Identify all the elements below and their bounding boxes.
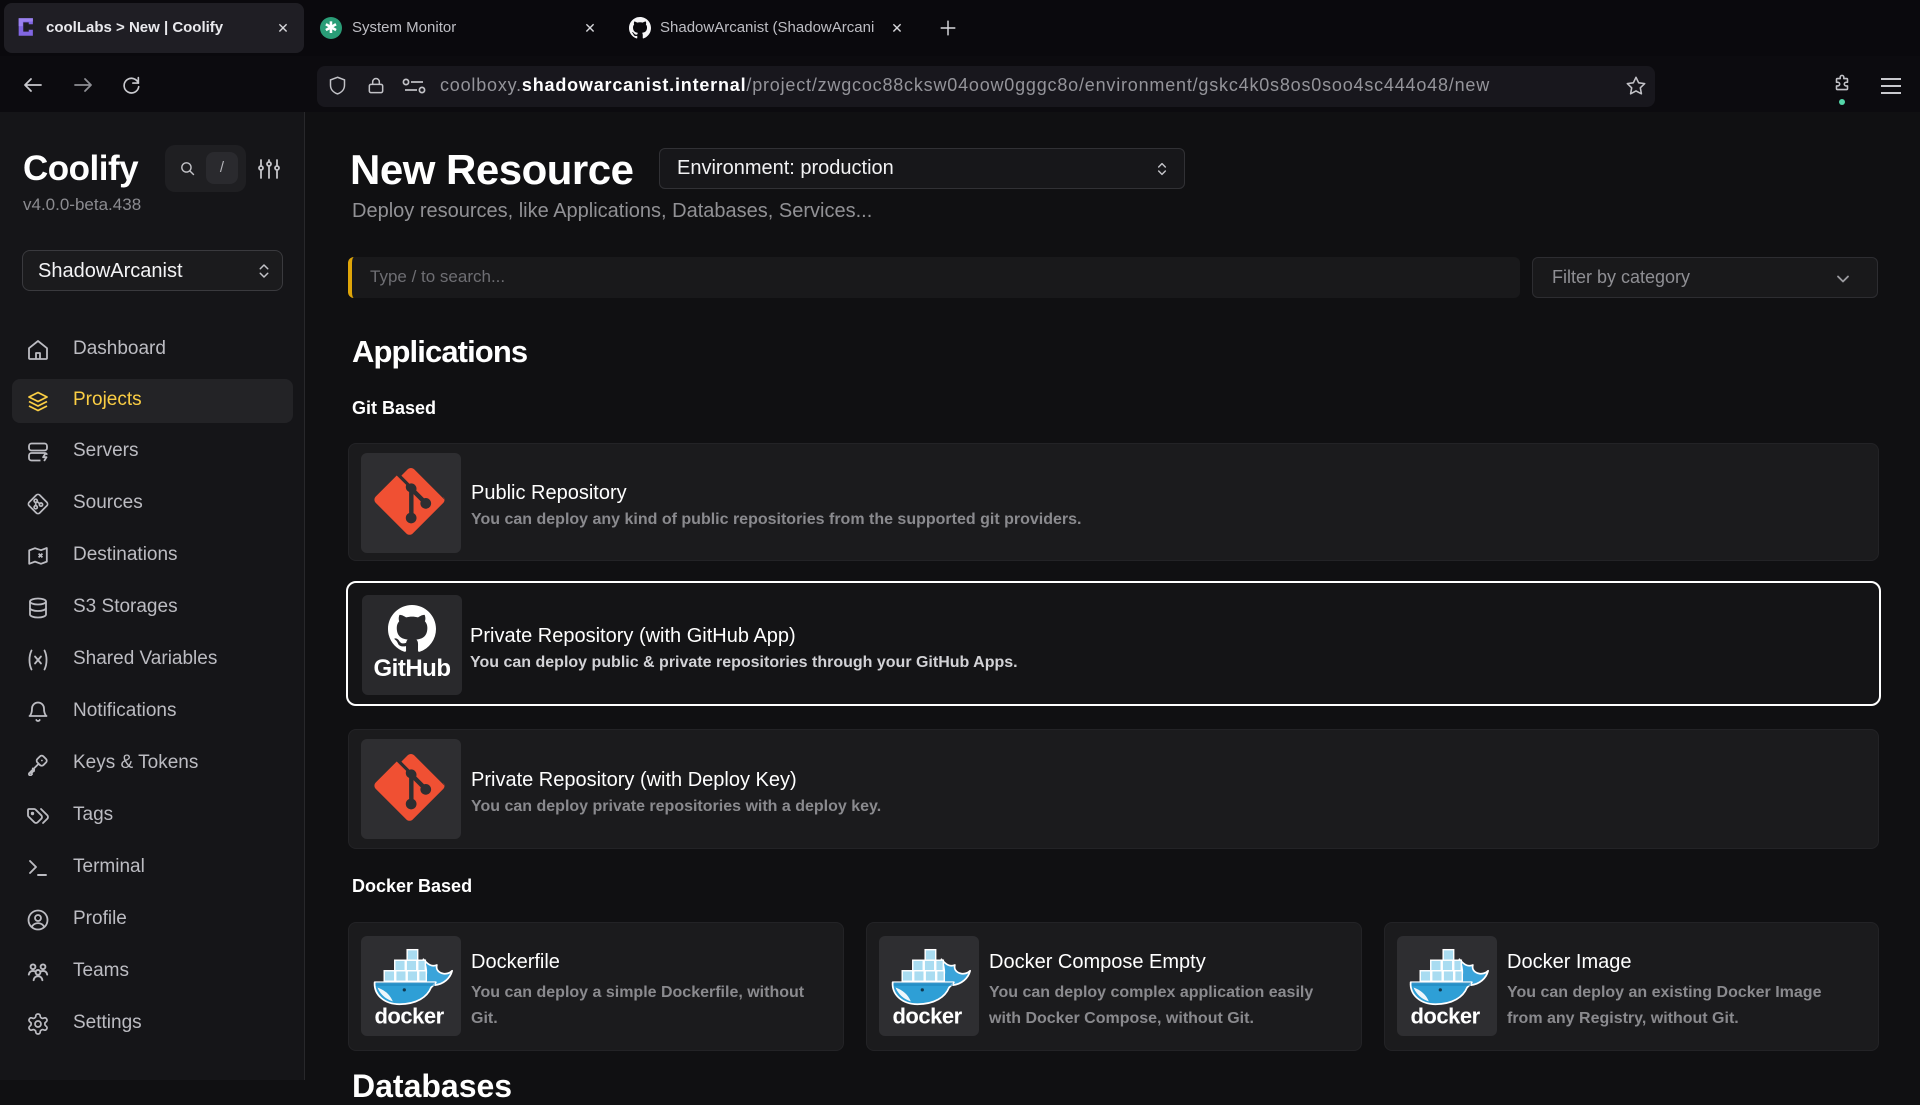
svg-text:docker: docker bbox=[1410, 1003, 1480, 1028]
svg-text:docker: docker bbox=[374, 1003, 444, 1028]
svg-text:docker: docker bbox=[892, 1003, 962, 1028]
